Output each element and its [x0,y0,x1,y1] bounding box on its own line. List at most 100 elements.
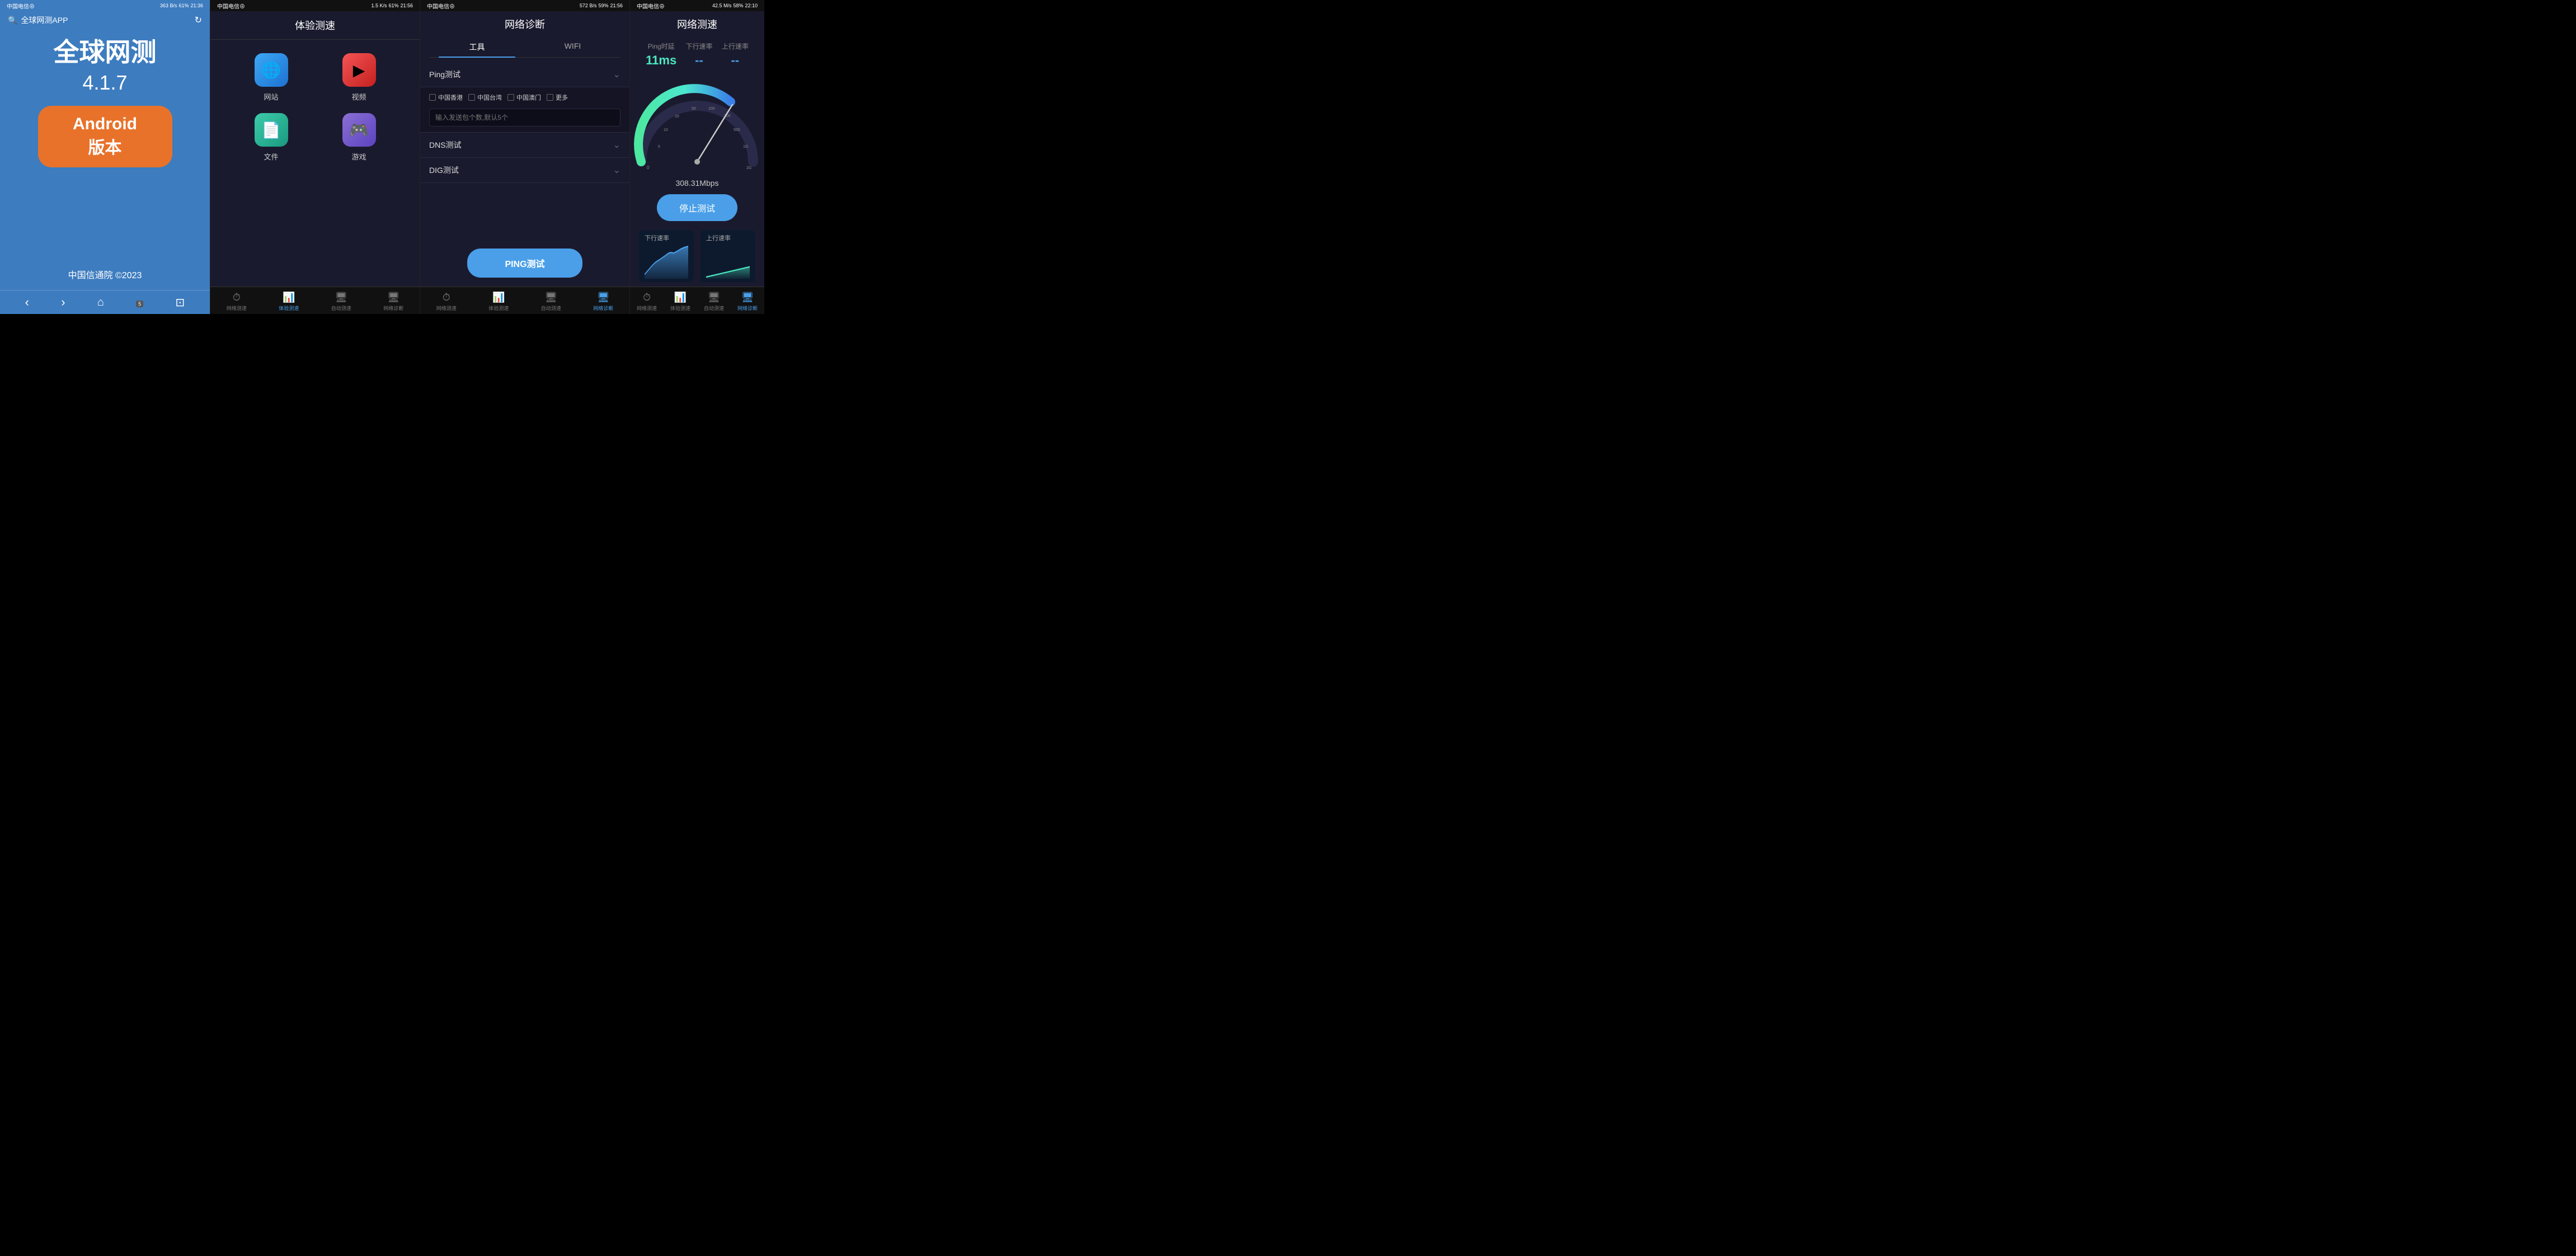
carrier-home: 中国电信⊕ [7,2,35,10]
svg-text:1G: 1G [743,145,748,149]
checkbox-mo[interactable]: 中国澳门 [507,93,541,102]
stop-btn-row: 停止测试 [630,194,764,221]
ping-checkbox-row: 中国香港 中国台湾 中国澳门 更多 [429,93,621,102]
video-label: 视频 [351,91,366,102]
checkbox-more-label: 更多 [556,93,568,102]
stop-test-button[interactable]: 停止测试 [657,194,737,221]
up-value: -- [731,53,739,68]
tab-net-speed-label: 网络测速 [227,304,247,312]
svg-text:10: 10 [664,128,668,132]
dns-section-header[interactable]: DNS测试 ⌄ [420,133,629,158]
tab-diag-net-speed[interactable]: ⏱ 网络测速 [433,292,460,312]
panel-net-diag: 中国电信⊕ 572 B/s 59% 21:56 网络诊断 工具 WIFI Pin… [420,0,629,314]
tab-meter-net-speed[interactable]: ⏱ 网络测速 [633,292,661,312]
battery-meter: 58% [733,3,743,8]
tab-net-speed-icon: ⏱ [233,292,241,303]
nav-tabs-btn[interactable]: 5 [136,297,143,308]
meter-title: 网络测速 [630,11,764,37]
file-icon: 📄 [255,113,288,147]
download-chart-label: 下行速率 [645,233,688,242]
tab-diag-diag[interactable]: 🖥 网络诊断 [589,292,617,312]
tab-diag-auto[interactable]: 🖥 自动测速 [537,292,565,312]
svg-text:5: 5 [658,145,660,149]
ping-metric: Ping时延 11ms [646,41,676,68]
tab-meter-diag-icon: 🖥 [741,292,754,303]
battery-speed: 61% [388,3,398,8]
nav-back-btn[interactable]: ‹ [25,295,29,310]
top-bar-home: 🔍 全球网测APP ↻ [0,11,210,29]
badge-text-version: 版本 [56,134,154,158]
speed-test-title: 体验测速 [210,11,420,40]
download-mini-chart: 下行速率 [639,230,694,282]
status-bar-diag: 中国电信⊕ 572 B/s 59% 21:56 [420,0,629,11]
carrier-speed: 中国电信⊕ [217,2,245,10]
checkbox-tw[interactable]: 中国台湾 [468,93,502,102]
net-speed-speed: 1.5 K/s [371,3,387,8]
nav-home-btn[interactable]: ⌂ [97,296,104,309]
nav-forward-btn[interactable]: › [61,295,65,310]
ping-test-button[interactable]: PING测试 [467,249,582,278]
ping-section-header[interactable]: Ping测试 ⌄ [420,62,629,87]
refresh-icon[interactable]: ↻ [195,15,202,26]
dig-section-header[interactable]: DIG测试 ⌄ [420,158,629,183]
tab-tools[interactable]: 工具 [429,37,525,57]
net-speed-diag: 572 B/s [580,3,597,8]
search-area[interactable]: 🔍 全球网测APP [8,15,68,26]
tab-meter-exp[interactable]: 📊 体验测速 [666,292,694,312]
tab-meter-diag[interactable]: 🖥 网络诊断 [734,292,761,312]
battery-home: 61% [178,3,189,8]
search-icon: 🔍 [8,16,17,25]
speedometer-container: 0 5 10 20 50 100 200 500 1G 2G [630,72,764,184]
checkbox-hk-box [429,94,436,101]
game-item[interactable]: 🎮 游戏 [321,113,397,162]
checkbox-tw-box [468,94,475,101]
tab-exp-speed-icon: 📊 [283,292,295,303]
tab-exp-speed-label: 体验测速 [279,304,299,312]
svg-text:0: 0 [647,165,650,170]
tab-diag-exp[interactable]: 📊 体验测速 [485,292,513,312]
panel-home: 中国电信⊕ 363 B/s 61% 21:36 🔍 全球网测APP ↻ 全球网测… [0,0,210,314]
mini-charts-area: 下行速率 上行速率 [630,226,764,287]
video-item[interactable]: ▶ 视频 [321,53,397,102]
game-icon: 🎮 [342,113,376,147]
tabs-count-badge: 5 [136,301,143,307]
bottom-tabs-meter: ⏱ 网络测速 📊 体验测速 🖥 自动测速 🖥 网络诊断 [630,287,764,314]
tab-auto-speed-icon: 🖥 [335,292,347,303]
website-label: 网站 [264,91,278,102]
bottom-tabs-speed: ⏱ 网络测速 📊 体验测速 🖥 自动测速 🖥 网络诊断 [210,287,420,314]
time-speed: 21:56 [400,3,413,8]
tab-auto-speed[interactable]: 🖥 自动测速 [327,292,355,312]
svg-text:100: 100 [708,107,715,111]
ping-value: 11ms [646,53,676,68]
nav-menu-btn[interactable]: ⊡ [176,296,185,310]
tab-diag-auto-label: 自动测速 [541,304,561,312]
up-metric: 上行速率 -- [722,41,749,68]
game-label: 游戏 [351,151,366,162]
dns-section-title: DNS测试 [429,139,462,151]
upload-chart-label: 上行速率 [706,233,750,242]
speed-home: 363 B/s [160,3,177,8]
svg-text:50: 50 [692,107,696,111]
carrier-diag: 中国电信⊕ [427,2,455,10]
tab-auto-speed-label: 自动测速 [331,304,351,312]
checkbox-hk[interactable]: 中国香港 [429,93,463,102]
tab-net-speed[interactable]: ⏱ 网络测速 [223,292,251,312]
checkbox-more[interactable]: 更多 [547,93,568,102]
website-item[interactable]: 🌐 网站 [233,53,309,102]
time-meter: 22:10 [745,3,758,8]
tab-diag-net-icon: ⏱ [443,292,450,303]
badge-text-android: Android [56,115,154,134]
tab-meter-auto-label: 自动测速 [704,304,724,312]
checkbox-mo-box [507,94,514,101]
ping-section-title: Ping测试 [429,69,460,80]
checkbox-mo-label: 中国澳门 [516,93,541,102]
diag-tab-row: 工具 WIFI [429,37,621,58]
file-label: 文件 [264,151,278,162]
tab-wifi[interactable]: WIFI [525,37,621,57]
dns-chevron-icon: ⌄ [613,139,621,151]
file-item[interactable]: 📄 文件 [233,113,309,162]
ping-count-input[interactable] [429,109,621,126]
tab-meter-auto[interactable]: 🖥 自动测速 [700,292,728,312]
tab-net-diag-speed[interactable]: 🖥 网络诊断 [379,292,407,312]
tab-exp-speed[interactable]: 📊 体验测速 [275,292,303,312]
